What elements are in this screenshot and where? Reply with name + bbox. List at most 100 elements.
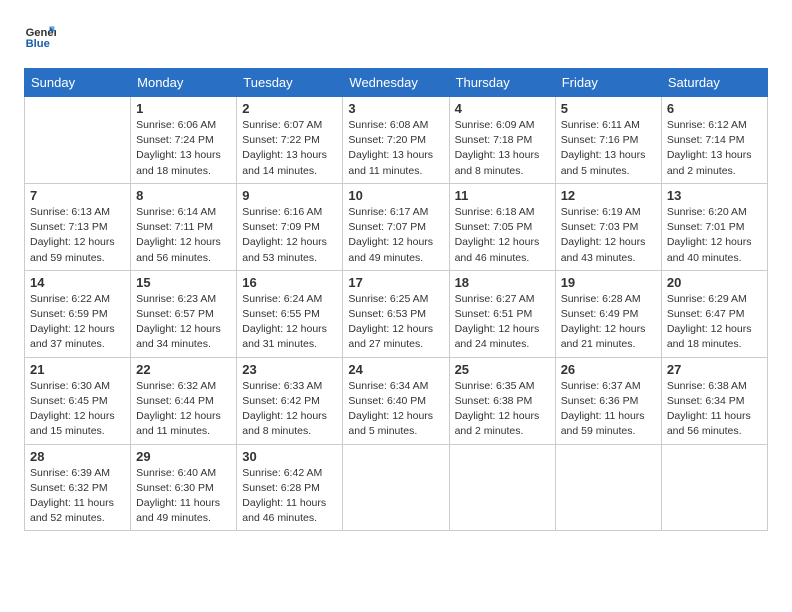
day-info: Sunrise: 6:23 AMSunset: 6:57 PMDaylight:… [136,292,231,353]
calendar-cell: 3Sunrise: 6:08 AMSunset: 7:20 PMDaylight… [343,97,449,184]
day-info: Sunrise: 6:33 AMSunset: 6:42 PMDaylight:… [242,379,337,440]
week-row-2: 7Sunrise: 6:13 AMSunset: 7:13 PMDaylight… [25,183,768,270]
day-number: 9 [242,188,337,203]
calendar-cell: 28Sunrise: 6:39 AMSunset: 6:32 PMDayligh… [25,444,131,531]
day-info: Sunrise: 6:07 AMSunset: 7:22 PMDaylight:… [242,118,337,179]
day-number: 18 [455,275,550,290]
day-info: Sunrise: 6:08 AMSunset: 7:20 PMDaylight:… [348,118,443,179]
day-info: Sunrise: 6:37 AMSunset: 6:36 PMDaylight:… [561,379,656,440]
day-number: 21 [30,362,125,377]
day-number: 14 [30,275,125,290]
day-number: 23 [242,362,337,377]
svg-text:Blue: Blue [26,38,50,50]
day-number: 27 [667,362,762,377]
day-info: Sunrise: 6:16 AMSunset: 7:09 PMDaylight:… [242,205,337,266]
week-row-3: 14 Sunrise: 6:22 AMSunset: 6:59 PMDayligh… [25,270,768,357]
day-info: Sunrise: 6:27 AMSunset: 6:51 PMDaylight:… [455,292,550,353]
calendar-cell: 5 Sunrise: 6:11 AMSunset: 7:16 PMDaylight… [555,97,661,184]
day-number: 20 [667,275,762,290]
calendar-cell: 25 Sunrise: 6:35 AMSunset: 6:38 PMDayligh… [449,357,555,444]
calendar-cell: 1 Sunrise: 6:06 AMSunset: 7:24 PMDaylight… [131,97,237,184]
day-info: Sunrise: 6:42 AMSunset: 6:28 PMDaylight:… [242,466,337,527]
calendar-cell: 8Sunrise: 6:14 AMSunset: 7:11 PMDaylight… [131,183,237,270]
calendar-cell: 19Sunrise: 6:28 AMSunset: 6:49 PMDayligh… [555,270,661,357]
day-number: 2 [242,101,337,116]
col-header-tuesday: Tuesday [237,69,343,97]
calendar-cell: 17 Sunrise: 6:25 AMSunset: 6:53 PMDayligh… [343,270,449,357]
calendar-cell: 12 Sunrise: 6:19 AMSunset: 7:03 PMDayligh… [555,183,661,270]
col-header-monday: Monday [131,69,237,97]
calendar-cell [555,444,661,531]
day-number: 26 [561,362,656,377]
day-number: 6 [667,101,762,116]
day-info: Sunrise: 6:34 AMSunset: 6:40 PMDaylight:… [348,379,443,440]
day-info: Sunrise: 6:19 AMSunset: 7:03 PMDaylight:… [561,205,656,266]
day-info: Sunrise: 6:13 AMSunset: 7:13 PMDaylight:… [30,205,125,266]
day-number: 25 [455,362,550,377]
day-number: 17 [348,275,443,290]
day-info: Sunrise: 6:24 AMSunset: 6:55 PMDaylight:… [242,292,337,353]
week-row-5: 28Sunrise: 6:39 AMSunset: 6:32 PMDayligh… [25,444,768,531]
calendar-cell [25,97,131,184]
logo-icon: General Blue [24,20,56,52]
calendar-cell: 16 Sunrise: 6:24 AMSunset: 6:55 PMDayligh… [237,270,343,357]
day-info: Sunrise: 6:35 AMSunset: 6:38 PMDaylight:… [455,379,550,440]
week-row-1: 1 Sunrise: 6:06 AMSunset: 7:24 PMDaylight… [25,97,768,184]
calendar-cell: 27 Sunrise: 6:38 AMSunset: 6:34 PMDayligh… [661,357,767,444]
day-info: Sunrise: 6:12 AMSunset: 7:14 PMDaylight:… [667,118,762,179]
calendar-body: 1 Sunrise: 6:06 AMSunset: 7:24 PMDaylight… [25,97,768,531]
day-number: 22 [136,362,231,377]
day-number: 24 [348,362,443,377]
calendar-cell: 26 Sunrise: 6:37 AMSunset: 6:36 PMDayligh… [555,357,661,444]
day-number: 4 [455,101,550,116]
day-number: 11 [455,188,550,203]
day-info: Sunrise: 6:22 AMSunset: 6:59 PMDaylight:… [30,292,125,353]
calendar-cell [449,444,555,531]
day-info: Sunrise: 6:14 AMSunset: 7:11 PMDaylight:… [136,205,231,266]
col-header-thursday: Thursday [449,69,555,97]
day-number: 16 [242,275,337,290]
col-header-sunday: Sunday [25,69,131,97]
day-number: 29 [136,449,231,464]
day-number: 1 [136,101,231,116]
calendar-cell: 30 Sunrise: 6:42 AMSunset: 6:28 PMDayligh… [237,444,343,531]
header: General Blue [24,20,768,52]
day-info: Sunrise: 6:38 AMSunset: 6:34 PMDaylight:… [667,379,762,440]
col-header-saturday: Saturday [661,69,767,97]
day-info: Sunrise: 6:40 AMSunset: 6:30 PMDaylight:… [136,466,231,527]
day-info: Sunrise: 6:29 AMSunset: 6:47 PMDaylight:… [667,292,762,353]
calendar-cell: 6 Sunrise: 6:12 AMSunset: 7:14 PMDaylight… [661,97,767,184]
day-info: Sunrise: 6:30 AMSunset: 6:45 PMDaylight:… [30,379,125,440]
calendar-cell: 11 Sunrise: 6:18 AMSunset: 7:05 PMDayligh… [449,183,555,270]
calendar-cell: 24 Sunrise: 6:34 AMSunset: 6:40 PMDayligh… [343,357,449,444]
calendar-cell: 2 Sunrise: 6:07 AMSunset: 7:22 PMDaylight… [237,97,343,184]
calendar-cell: 23 Sunrise: 6:33 AMSunset: 6:42 PMDayligh… [237,357,343,444]
day-info: Sunrise: 6:11 AMSunset: 7:16 PMDaylight:… [561,118,656,179]
day-number: 13 [667,188,762,203]
week-row-4: 21 Sunrise: 6:30 AMSunset: 6:45 PMDayligh… [25,357,768,444]
day-number: 12 [561,188,656,203]
calendar: SundayMondayTuesdayWednesdayThursdayFrid… [24,68,768,531]
calendar-header-row: SundayMondayTuesdayWednesdayThursdayFrid… [25,69,768,97]
day-info: Sunrise: 6:06 AMSunset: 7:24 PMDaylight:… [136,118,231,179]
calendar-cell: 18 Sunrise: 6:27 AMSunset: 6:51 PMDayligh… [449,270,555,357]
calendar-cell [343,444,449,531]
day-info: Sunrise: 6:25 AMSunset: 6:53 PMDaylight:… [348,292,443,353]
calendar-cell: 9 Sunrise: 6:16 AMSunset: 7:09 PMDaylight… [237,183,343,270]
day-number: 15 [136,275,231,290]
calendar-cell: 4 Sunrise: 6:09 AMSunset: 7:18 PMDaylight… [449,97,555,184]
calendar-cell: 10Sunrise: 6:17 AMSunset: 7:07 PMDayligh… [343,183,449,270]
calendar-cell [661,444,767,531]
logo: General Blue [24,20,60,52]
day-info: Sunrise: 6:20 AMSunset: 7:01 PMDaylight:… [667,205,762,266]
calendar-cell: 29 Sunrise: 6:40 AMSunset: 6:30 PMDayligh… [131,444,237,531]
day-info: Sunrise: 6:17 AMSunset: 7:07 PMDaylight:… [348,205,443,266]
day-info: Sunrise: 6:18 AMSunset: 7:05 PMDaylight:… [455,205,550,266]
day-number: 30 [242,449,337,464]
calendar-cell: 15 Sunrise: 6:23 AMSunset: 6:57 PMDayligh… [131,270,237,357]
calendar-cell: 14 Sunrise: 6:22 AMSunset: 6:59 PMDayligh… [25,270,131,357]
day-number: 5 [561,101,656,116]
calendar-cell: 13 Sunrise: 6:20 AMSunset: 7:01 PMDayligh… [661,183,767,270]
day-info: Sunrise: 6:09 AMSunset: 7:18 PMDaylight:… [455,118,550,179]
day-number: 28 [30,449,125,464]
